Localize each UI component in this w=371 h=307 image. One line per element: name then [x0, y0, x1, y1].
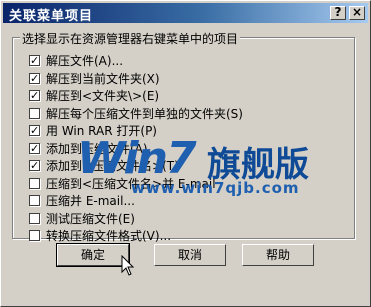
window-title: 关联菜单项目 [9, 9, 94, 24]
close-icon[interactable]: × [349, 6, 365, 20]
option-label: 解压到<文件夹\>(E) [46, 89, 160, 103]
help-icon[interactable]: ? [330, 6, 346, 20]
checkbox[interactable] [29, 107, 40, 119]
option-label: 解压到当前文件夹(X) [46, 71, 160, 86]
option-label: 压缩并 E-mail... [46, 194, 135, 208]
title-bar[interactable]: 关联菜单项目 ? × [3, 3, 368, 24]
checkbox[interactable]: ✓ [29, 125, 40, 136]
option-label: 测试压缩文件(E) [46, 211, 135, 226]
mouse-cursor-icon [121, 255, 135, 276]
checkbox[interactable] [29, 230, 40, 241]
option-label: 解压每个压缩文件到单独的文件夹(S) [46, 106, 243, 121]
checkbox[interactable]: ✓ [29, 72, 40, 84]
option-label: 用 Win RAR 打开(P) [46, 124, 157, 138]
checkbox[interactable]: ✓ [29, 142, 40, 154]
checkbox[interactable]: ✓ [29, 55, 40, 66]
checkbox[interactable]: ✓ [29, 90, 40, 101]
option-label: 添加到<压缩文件名>(T) [46, 159, 179, 173]
checkbox[interactable]: ✓ [29, 160, 40, 171]
dialog-window: 关联菜单项目 ? × 选择显示在资源管理器右键菜单中的项目 ✓ 解压文件(A)..… [0, 0, 371, 307]
option-label: 添加到压缩文件(A)... [46, 141, 160, 156]
option-label: 解压文件(A)... [46, 54, 124, 68]
option-label: 转换压缩文件格式(V)... [46, 229, 172, 243]
option-label: 压缩到<压缩文件名>并 E-mail [46, 176, 216, 191]
checkbox[interactable] [29, 212, 40, 224]
help-button[interactable]: 帮助 [242, 244, 314, 266]
cancel-button[interactable]: 取消 [154, 244, 226, 266]
groupbox-label: 选择显示在资源管理器右键菜单中的项目 [20, 30, 241, 47]
ok-button[interactable]: 确定 [56, 243, 130, 267]
checkbox[interactable] [29, 195, 40, 206]
checkbox[interactable] [29, 177, 40, 189]
